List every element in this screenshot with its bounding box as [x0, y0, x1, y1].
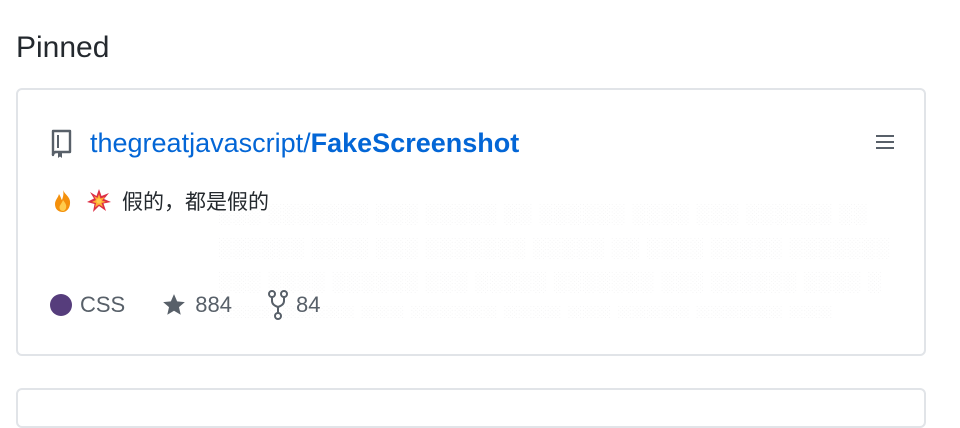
- repo-stars-link[interactable]: 884: [161, 292, 232, 318]
- repo-name: FakeScreenshot: [310, 128, 520, 158]
- repo-book-icon: [50, 129, 74, 159]
- repo-separator: /: [303, 128, 311, 158]
- repo-owner: thegreatjavascript: [90, 128, 304, 158]
- repo-language-label: CSS: [80, 292, 126, 317]
- pinned-heading: Pinned: [16, 31, 110, 64]
- repo-link[interactable]: thegreatjavascript/FakeScreenshot: [90, 128, 519, 159]
- drag-handle-icon[interactable]: [876, 135, 894, 151]
- repo-forks-count: 84: [295, 292, 321, 317]
- repo-title-row: thegreatjavascript/FakeScreenshot: [50, 128, 519, 159]
- repo-language: CSS: [50, 292, 125, 318]
- collision-emoji-icon: [86, 188, 112, 214]
- repo-stars-count: 884: [195, 292, 232, 317]
- repo-meta: CSS 884 84: [50, 290, 356, 320]
- repo-forks-link[interactable]: 84: [267, 290, 321, 320]
- language-color-dot: [50, 294, 72, 316]
- pinned-repo-card: thegreatjavascript/FakeScreenshot 假的，都是假…: [16, 88, 926, 356]
- next-pinned-repo-card: [16, 388, 926, 428]
- fork-icon: [267, 290, 288, 320]
- fire-emoji-icon: [50, 188, 76, 214]
- star-icon: [163, 294, 186, 315]
